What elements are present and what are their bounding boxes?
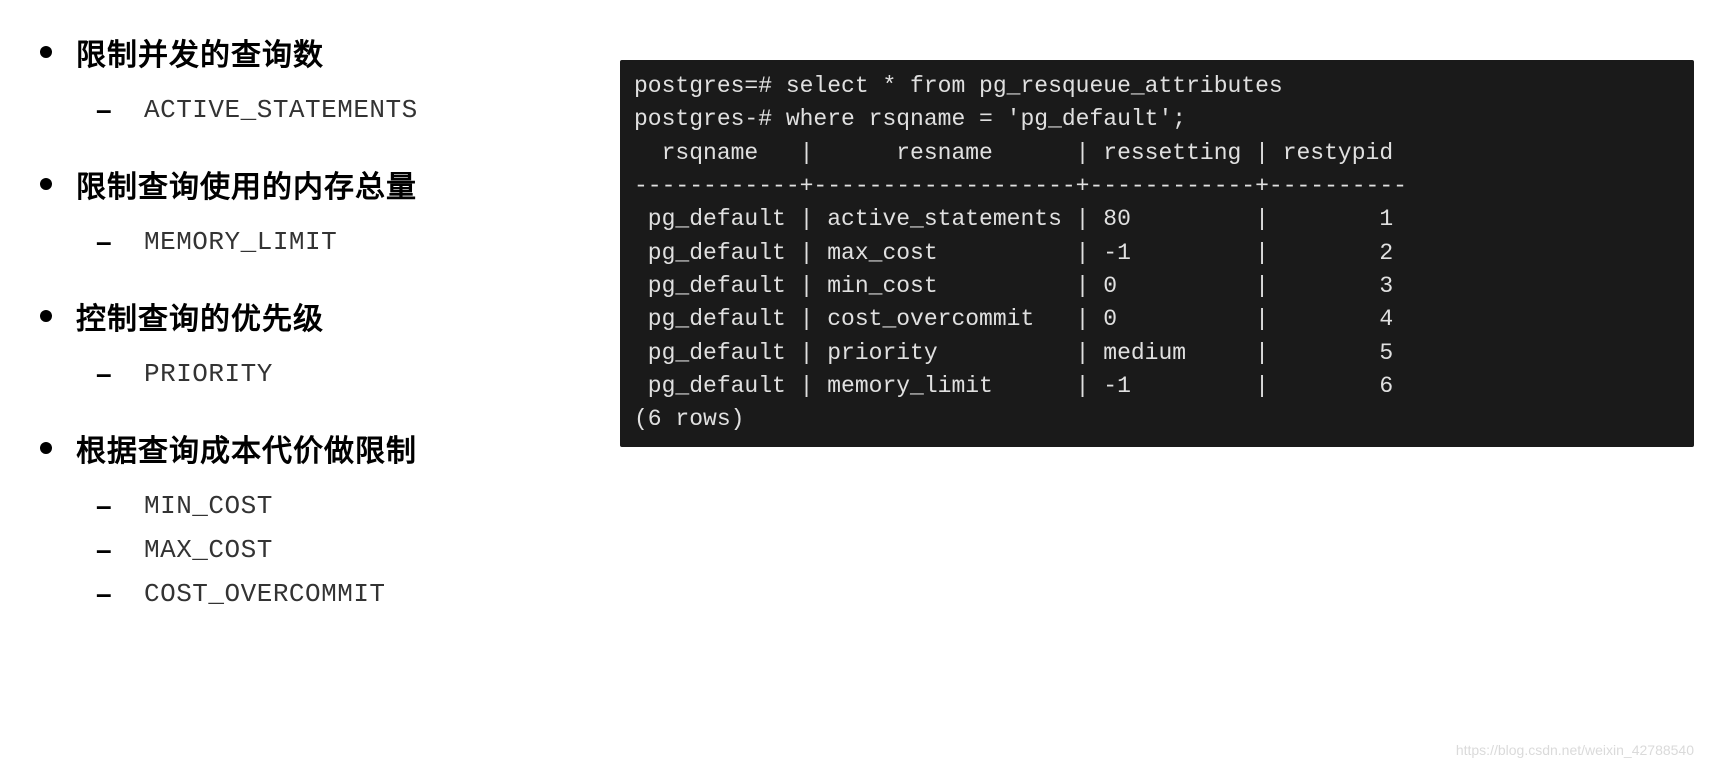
dash-icon: – bbox=[96, 358, 116, 390]
terminal-row: pg_default | cost_overcommit | 0 | 4 bbox=[634, 306, 1393, 332]
terminal-line: postgres=# select * from pg_resqueue_att… bbox=[634, 73, 1283, 99]
bullet-icon bbox=[40, 310, 52, 322]
sub-label: PRIORITY bbox=[144, 359, 273, 389]
terminal-row: pg_default | min_cost | 0 | 3 bbox=[634, 273, 1393, 299]
bullet-section-3: 控制查询的优先级 – PRIORITY bbox=[40, 294, 560, 390]
terminal-separator: ------------+-------------------+-------… bbox=[634, 173, 1407, 199]
sub-item: – PRIORITY bbox=[96, 358, 560, 390]
sub-item: – COST_OVERCOMMIT bbox=[96, 578, 560, 610]
bullet-icon bbox=[40, 442, 52, 454]
watermark: https://blog.csdn.net/weixin_42788540 bbox=[1456, 742, 1694, 758]
sub-item: – MIN_COST bbox=[96, 490, 560, 522]
bullet-title: 限制并发的查询数 bbox=[76, 30, 324, 74]
dash-icon: – bbox=[96, 226, 116, 258]
sub-label: MEMORY_LIMIT bbox=[144, 227, 337, 257]
sub-label: ACTIVE_STATEMENTS bbox=[144, 95, 418, 125]
bullet-icon bbox=[40, 178, 52, 190]
bullet-section-1: 限制并发的查询数 – ACTIVE_STATEMENTS bbox=[40, 30, 560, 126]
terminal-output: postgres=# select * from pg_resqueue_att… bbox=[620, 60, 1694, 447]
terminal-row: pg_default | max_cost | -1 | 2 bbox=[634, 240, 1393, 266]
terminal-row: pg_default | memory_limit | -1 | 6 bbox=[634, 373, 1393, 399]
sub-label: MAX_COST bbox=[144, 535, 273, 565]
bullet-section-4: 根据查询成本代价做限制 – MIN_COST – MAX_COST – COST… bbox=[40, 426, 560, 610]
sub-label: COST_OVERCOMMIT bbox=[144, 579, 386, 609]
sub-item: – ACTIVE_STATEMENTS bbox=[96, 94, 560, 126]
terminal-footer: (6 rows) bbox=[634, 406, 744, 432]
bullet-icon bbox=[40, 46, 52, 58]
dash-icon: – bbox=[96, 534, 116, 566]
sub-label: MIN_COST bbox=[144, 491, 273, 521]
dash-icon: – bbox=[96, 94, 116, 126]
terminal-header: rsqname | resname | ressetting | restypi… bbox=[634, 140, 1393, 166]
sub-item: – MEMORY_LIMIT bbox=[96, 226, 560, 258]
bullet-list: 限制并发的查询数 – ACTIVE_STATEMENTS 限制查询使用的内存总量… bbox=[40, 20, 560, 646]
bullet-title: 根据查询成本代价做限制 bbox=[76, 426, 417, 470]
bullet-section-2: 限制查询使用的内存总量 – MEMORY_LIMIT bbox=[40, 162, 560, 258]
terminal-line: postgres-# where rsqname = 'pg_default'; bbox=[634, 106, 1186, 132]
terminal-row: pg_default | priority | medium | 5 bbox=[634, 340, 1393, 366]
sub-item: – MAX_COST bbox=[96, 534, 560, 566]
dash-icon: – bbox=[96, 490, 116, 522]
dash-icon: – bbox=[96, 578, 116, 610]
bullet-title: 控制查询的优先级 bbox=[76, 294, 324, 338]
terminal-row: pg_default | active_statements | 80 | 1 bbox=[634, 206, 1393, 232]
bullet-title: 限制查询使用的内存总量 bbox=[76, 162, 417, 206]
